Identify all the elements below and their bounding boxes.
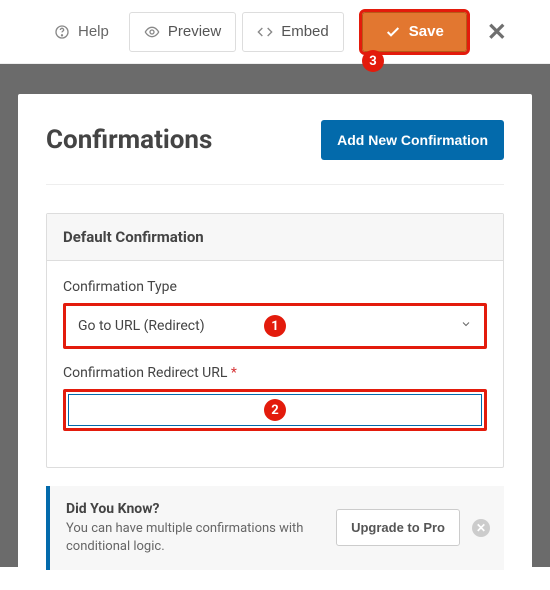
embed-label: Embed xyxy=(281,23,329,40)
add-confirmation-button[interactable]: Add New Confirmation xyxy=(321,120,504,160)
topbar: Help Preview Embed Save ✕ 3 xyxy=(0,0,550,64)
annotation-badge-3: 3 xyxy=(362,50,384,72)
code-icon xyxy=(257,24,273,40)
tip-heading: Did You Know? xyxy=(66,501,159,517)
dismiss-icon[interactable]: ✕ xyxy=(472,519,490,537)
save-button[interactable]: Save xyxy=(362,12,467,52)
save-label: Save xyxy=(409,23,444,40)
chevron-down-icon xyxy=(460,318,472,334)
preview-button[interactable]: Preview xyxy=(129,12,236,52)
redirect-url-label: Confirmation Redirect URL * xyxy=(63,365,487,381)
preview-label: Preview xyxy=(168,23,221,40)
required-mark: * xyxy=(231,365,237,381)
card-title: Default Confirmation xyxy=(47,214,503,261)
confirmation-type-field: Go to URL (Redirect) 1 xyxy=(63,303,487,349)
upgrade-button[interactable]: Upgrade to Pro xyxy=(336,509,460,546)
help-label: Help xyxy=(78,23,109,40)
page-backdrop: Confirmations Add New Confirmation Defau… xyxy=(0,64,550,567)
tip-body: You can have multiple confirmations with… xyxy=(66,521,303,554)
annotation-badge-1: 1 xyxy=(264,315,286,337)
panel-header: Confirmations Add New Confirmation xyxy=(46,120,504,185)
embed-button[interactable]: Embed xyxy=(242,12,344,52)
close-icon[interactable]: ✕ xyxy=(487,18,507,46)
card-body: Confirmation Type Go to URL (Redirect) 1… xyxy=(47,261,503,467)
upsell-tip: Did You Know? You can have multiple conf… xyxy=(46,486,504,570)
settings-panel: Confirmations Add New Confirmation Defau… xyxy=(18,94,532,590)
help-button[interactable]: Help xyxy=(40,12,123,52)
confirmation-type-value: Go to URL (Redirect) xyxy=(78,318,205,334)
eye-icon xyxy=(144,24,160,40)
tip-text: Did You Know? You can have multiple conf… xyxy=(66,500,324,556)
help-icon xyxy=(54,24,70,40)
confirmation-card: Default Confirmation Confirmation Type G… xyxy=(46,213,504,468)
confirmation-type-label: Confirmation Type xyxy=(63,279,487,295)
check-icon xyxy=(385,24,401,40)
page-title: Confirmations xyxy=(46,125,212,155)
redirect-url-field: 2 xyxy=(63,389,487,431)
annotation-badge-2: 2 xyxy=(264,399,286,421)
